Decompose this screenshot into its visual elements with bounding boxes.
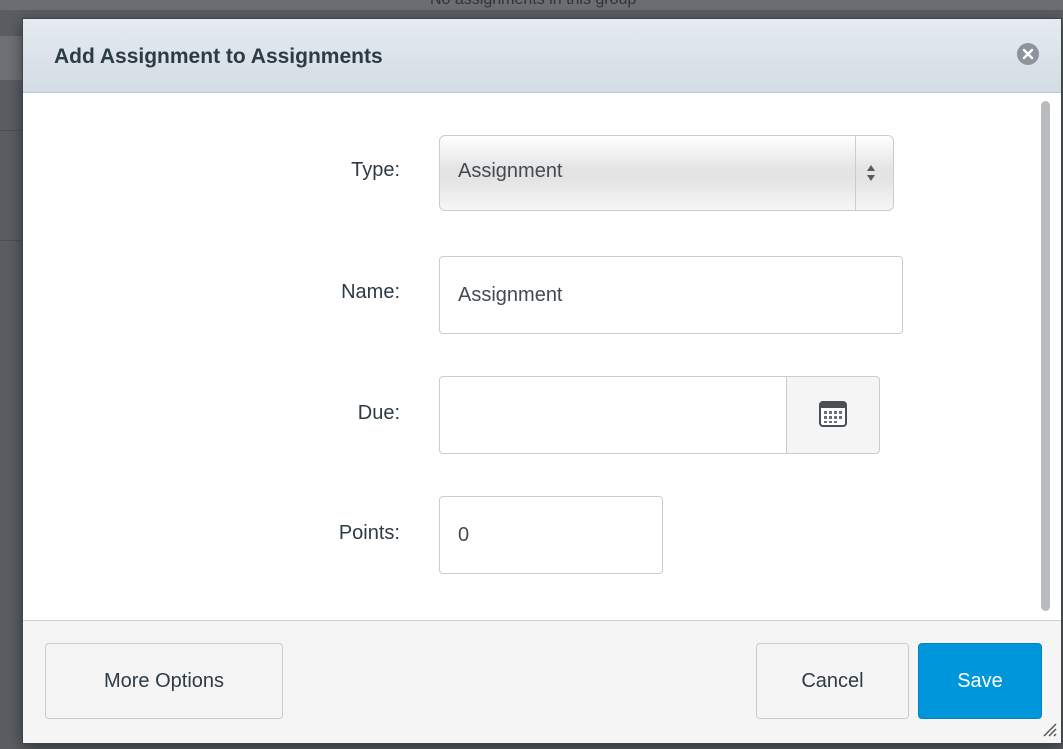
more-options-button[interactable]: More Options [45, 643, 283, 719]
save-button[interactable]: Save [918, 643, 1042, 719]
close-button[interactable] [1017, 43, 1039, 65]
scrollbar-thumb[interactable] [1041, 101, 1050, 611]
points-label: Points: [338, 522, 400, 544]
backdrop-divider [0, 240, 22, 241]
type-label: Type: [351, 159, 400, 181]
name-label: Name: [341, 281, 400, 303]
due-label: Due: [357, 402, 400, 424]
dialog-footer: More Options Cancel Save [23, 620, 1061, 743]
type-select[interactable]: Assignment [439, 135, 894, 211]
cancel-button[interactable]: Cancel [756, 643, 909, 719]
name-input-value: Assignment [458, 283, 563, 306]
date-picker-button[interactable] [786, 376, 880, 454]
backdrop-left-stripe [0, 36, 22, 80]
select-divider [855, 136, 856, 210]
calendar-icon [819, 401, 847, 427]
due-date-input[interactable] [439, 376, 787, 454]
backdrop-divider [0, 130, 22, 131]
close-icon [1022, 48, 1034, 60]
dialog-scrollbar[interactable] [1037, 97, 1055, 616]
backdrop-empty-message: No assignments in this group [430, 0, 636, 9]
dialog-title: Add Assignment to Assignments [54, 45, 383, 68]
select-arrows-icon [867, 165, 875, 181]
dialog-body: Type: Assignment Name: Assignment Due: P… [23, 93, 1061, 620]
name-input[interactable]: Assignment [439, 256, 903, 334]
resize-handle-icon[interactable] [1041, 721, 1057, 737]
points-input[interactable]: 0 [439, 496, 663, 574]
add-assignment-dialog: Add Assignment to Assignments Type: Assi… [22, 18, 1062, 744]
type-select-value: Assignment [458, 160, 563, 182]
dialog-titlebar: Add Assignment to Assignments [23, 19, 1061, 93]
points-input-value: 0 [458, 523, 470, 546]
